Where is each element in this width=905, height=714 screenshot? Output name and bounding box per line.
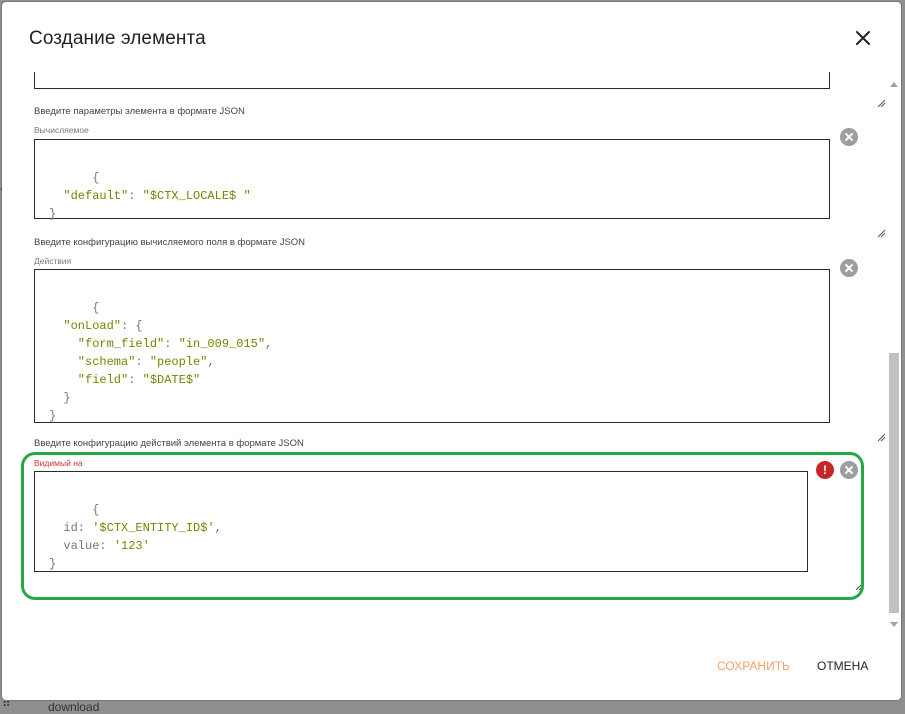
create-element-dialog: Создание элемента Введите параметры элем… bbox=[2, 2, 901, 700]
save-button[interactable]: СОХРАНИТЬ bbox=[717, 659, 790, 673]
computed-json-editor[interactable]: { "default": "$CTX_LOCALE$ " } bbox=[34, 139, 885, 238]
scroll-down-icon[interactable] bbox=[890, 622, 898, 627]
visible-on-json-editor[interactable]: { id: '$CTX_ENTITY_ID$', value: '123' } bbox=[34, 471, 863, 591]
computed-default-value: "$CTX_LOCALE$ " bbox=[142, 189, 251, 203]
computed-label: Вычисляемое bbox=[34, 125, 89, 135]
computed-config-label: Введите конфигурацию вычисляемого поля в… bbox=[34, 237, 306, 248]
scroll-thumb[interactable] bbox=[889, 353, 899, 613]
params-label: Введите параметры элемента в формате JSO… bbox=[34, 106, 245, 117]
dialog-scrollbar[interactable] bbox=[888, 78, 900, 631]
remove-actions-button[interactable] bbox=[840, 259, 858, 277]
resize-grip-icon[interactable] bbox=[797, 561, 863, 591]
visible-on-label: Видимый на bbox=[34, 458, 83, 468]
dialog-content[interactable]: Введите параметры элемента в формате JSO… bbox=[2, 72, 887, 628]
resize-grip-icon[interactable] bbox=[819, 412, 885, 442]
remove-computed-button[interactable] bbox=[840, 128, 858, 146]
previous-field-textarea[interactable] bbox=[34, 72, 885, 108]
close-button[interactable] bbox=[853, 28, 873, 48]
error-icon: ! bbox=[816, 461, 834, 479]
actions-label: Действия bbox=[34, 256, 72, 266]
resize-grip-icon[interactable] bbox=[819, 78, 885, 108]
actions-json-editor[interactable]: { "onLoad": { "form_field": "in_009_015"… bbox=[34, 269, 885, 442]
remove-visible-on-button[interactable] bbox=[840, 461, 858, 479]
cancel-button[interactable]: ОТМЕНА bbox=[817, 659, 868, 673]
close-icon bbox=[856, 31, 870, 45]
scroll-up-icon[interactable] bbox=[890, 82, 898, 87]
actions-config-label: Введите конфигурацию действий элемента в… bbox=[34, 438, 304, 449]
resize-grip-icon[interactable] bbox=[819, 208, 885, 238]
background-list-item: download bbox=[48, 700, 100, 714]
dialog-title: Создание элемента bbox=[29, 28, 206, 49]
